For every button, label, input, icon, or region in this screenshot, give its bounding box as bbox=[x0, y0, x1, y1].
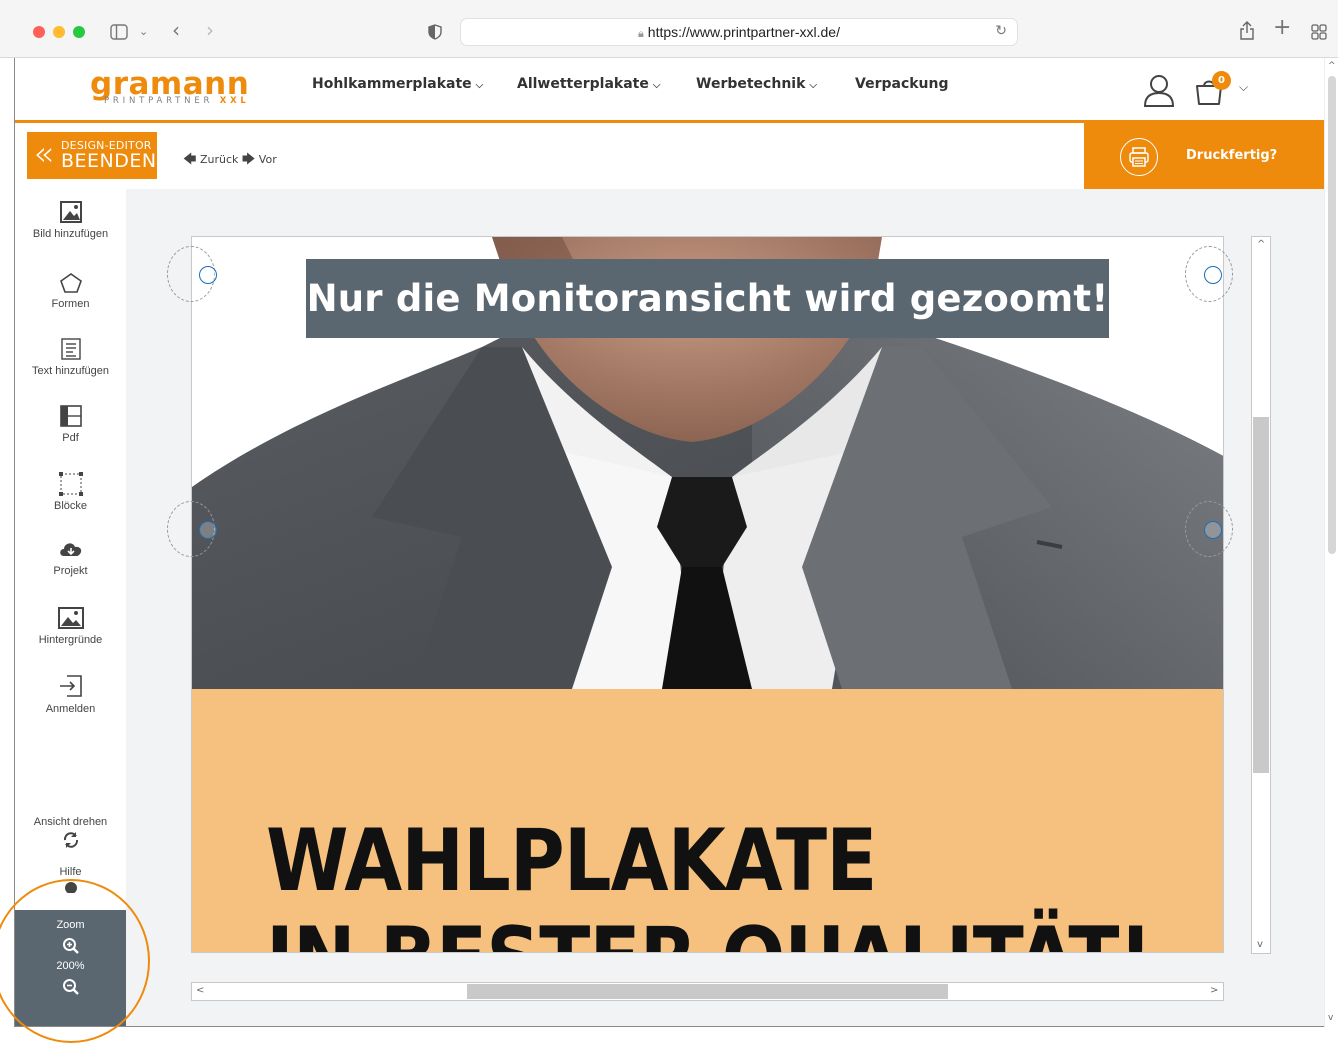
browser-toolbar: ⌄ ‹ › 🔒︎ https://www.printpartner-xxl.de… bbox=[0, 0, 1338, 58]
rotate-view-tool[interactable]: Ansicht drehen bbox=[15, 816, 126, 853]
privacy-shield-icon[interactable] bbox=[428, 24, 442, 40]
nav-allwetterplakate[interactable]: Allwetterplakate ⌵ bbox=[517, 76, 660, 92]
vertical-scroll-thumb[interactable] bbox=[1253, 417, 1269, 773]
zoom-label: Zoom bbox=[56, 919, 85, 931]
chevron-down-icon[interactable]: ⌄ bbox=[139, 24, 148, 40]
zoom-info-banner: Nur die Monitoransicht wird gezoomt! bbox=[306, 259, 1109, 338]
share-icon[interactable] bbox=[1239, 21, 1255, 41]
landscape-image-icon bbox=[57, 607, 84, 629]
undo-button[interactable]: 🡄 Zurück bbox=[183, 152, 238, 167]
logo-text: gramann bbox=[90, 66, 250, 102]
horizontal-scroll-thumb[interactable] bbox=[467, 984, 948, 999]
blocks-icon bbox=[58, 472, 83, 496]
help-circle-icon bbox=[64, 882, 77, 893]
pdf-icon bbox=[59, 405, 82, 427]
address-bar[interactable]: 🔒︎ https://www.printpartner-xxl.de/ ↻ bbox=[460, 18, 1018, 46]
resize-handle-top-right[interactable] bbox=[1204, 266, 1222, 284]
forward-arrow-icon[interactable]: › bbox=[206, 20, 214, 40]
chevron-down-icon: ⌵ bbox=[809, 80, 817, 91]
browser-window: ⌄ ‹ › 🔒︎ https://www.printpartner-xxl.de… bbox=[0, 0, 1338, 1048]
refresh-icon bbox=[63, 832, 78, 848]
window-border-left bbox=[14, 58, 15, 1027]
user-account-icon[interactable] bbox=[1143, 74, 1175, 108]
poster[interactable]: Nur die Monitoransicht wird gezoomt! WAH… bbox=[191, 236, 1224, 953]
help-tool[interactable]: Hilfe bbox=[15, 866, 126, 897]
back-arrow-icon[interactable]: ‹ bbox=[172, 20, 180, 40]
canvas-horizontal-scrollbar[interactable]: < > bbox=[191, 982, 1224, 1001]
print-ready-label: Druckfertig? bbox=[1186, 148, 1278, 163]
canvas-vertical-scrollbar[interactable]: ^ v bbox=[1251, 236, 1271, 954]
project-tool[interactable]: Projekt bbox=[15, 539, 126, 577]
chevron-down-icon[interactable]: ⌵ bbox=[1239, 80, 1248, 95]
scroll-down-icon[interactable]: v bbox=[1257, 940, 1263, 950]
page-scroll-down-icon[interactable]: v bbox=[1328, 1013, 1333, 1023]
resize-handle-middle-right[interactable] bbox=[1204, 521, 1222, 539]
nav-verpackung[interactable]: Verpackung bbox=[855, 76, 949, 92]
page-scroll-up-icon[interactable]: ^ bbox=[1328, 61, 1336, 71]
undo-arrow-icon: 🡄 bbox=[183, 152, 197, 167]
resize-handle-top-left[interactable] bbox=[199, 266, 217, 284]
zoom-level: 200% bbox=[56, 960, 85, 972]
reload-icon[interactable]: ↻ bbox=[995, 23, 1007, 39]
scroll-left-icon[interactable]: < bbox=[196, 986, 204, 996]
chevron-down-icon: ⌵ bbox=[652, 80, 661, 91]
print-ready-button[interactable]: Druckfertig? bbox=[1084, 123, 1324, 189]
maximize-window-button[interactable] bbox=[73, 26, 85, 38]
exit-button-line2: BEENDEN bbox=[61, 150, 157, 172]
window-border-bottom bbox=[15, 1026, 1324, 1027]
pdf-tool[interactable]: Pdf bbox=[15, 404, 126, 444]
zoom-out-icon[interactable] bbox=[62, 978, 80, 996]
sign-in-icon bbox=[59, 675, 82, 697]
scroll-right-icon[interactable]: > bbox=[1210, 986, 1218, 996]
url-text: https://www.printpartner-xxl.de/ bbox=[647, 24, 840, 40]
cart-count-badge: 0 bbox=[1212, 71, 1231, 90]
backgrounds-tool[interactable]: Hintergründe bbox=[15, 606, 126, 646]
nav-werbetechnik[interactable]: Werbetechnik ⌵ bbox=[696, 76, 817, 92]
zoom-in-icon[interactable] bbox=[62, 937, 80, 955]
resize-handle-middle-left[interactable] bbox=[199, 521, 217, 539]
logo[interactable]: gramann PRINTPARTNER XXL bbox=[90, 66, 250, 107]
poster-headline[interactable]: WAHLPLAKATE IN BESTER QUALITÄT! bbox=[266, 811, 1153, 952]
headline-line1: WAHLPLAKATE bbox=[266, 811, 877, 911]
blocks-tool[interactable]: Blöcke bbox=[15, 472, 126, 512]
redo-button[interactable]: 🡆 Vor bbox=[241, 152, 277, 167]
add-image-tool[interactable]: Bild hinzufügen bbox=[15, 200, 126, 240]
close-window-button[interactable] bbox=[33, 26, 45, 38]
add-text-tool[interactable]: Text hinzufügen bbox=[15, 337, 126, 377]
pentagon-icon bbox=[59, 273, 82, 293]
lock-icon: 🔒︎ bbox=[638, 28, 644, 40]
minimize-window-button[interactable] bbox=[53, 26, 65, 38]
exit-design-editor-button[interactable]: « DESIGN-EDITOR BEENDEN bbox=[27, 132, 157, 179]
page-scrollbar[interactable]: ^ v bbox=[1324, 58, 1338, 1027]
logo-subtitle: PRINTPARTNER bbox=[104, 96, 214, 106]
sidebar-toggle-icon[interactable] bbox=[110, 24, 128, 40]
tool-sidebar: Bild hinzufügen Formen Text hinzufügen P… bbox=[15, 189, 126, 1027]
logo-subtitle-accent: XXL bbox=[219, 96, 250, 106]
shapes-tool[interactable]: Formen bbox=[15, 272, 126, 310]
editor-toolbar: « DESIGN-EDITOR BEENDEN 🡄 Zurück 🡆 Vor D… bbox=[15, 123, 1324, 189]
site-header: gramann PRINTPARTNER XXL Hohlkammerplaka… bbox=[15, 58, 1324, 123]
nav-hohlkammerplakate[interactable]: Hohlkammerplakate ⌵ bbox=[312, 76, 483, 92]
printer-icon bbox=[1120, 138, 1158, 176]
headline-line2: IN BESTER QUALITÄT! bbox=[266, 910, 1153, 952]
cloud-download-icon bbox=[59, 543, 81, 556]
redo-arrow-icon: 🡆 bbox=[241, 152, 256, 167]
double-chevron-left-icon: « bbox=[33, 134, 54, 174]
page-scroll-thumb[interactable] bbox=[1328, 76, 1336, 554]
chevron-down-icon: ⌵ bbox=[475, 80, 484, 91]
design-canvas: Nur die Monitoransicht wird gezoomt! WAH… bbox=[126, 189, 1324, 1027]
tab-overview-icon[interactable] bbox=[1311, 24, 1327, 40]
login-tool[interactable]: Anmelden bbox=[15, 673, 126, 715]
scroll-up-icon[interactable]: ^ bbox=[1257, 240, 1265, 250]
zoom-panel: Zoom 200% bbox=[15, 910, 126, 1026]
image-icon bbox=[59, 201, 82, 223]
text-icon bbox=[60, 338, 81, 360]
new-tab-icon[interactable]: + bbox=[1273, 17, 1291, 39]
